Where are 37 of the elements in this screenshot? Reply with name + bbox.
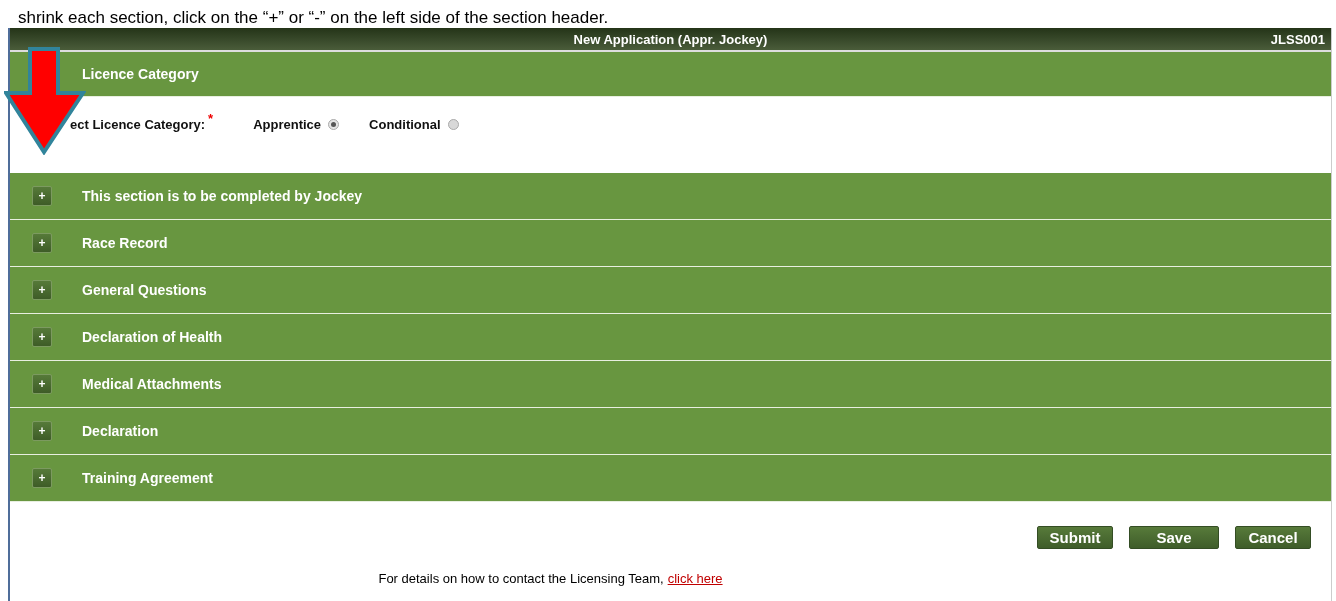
- section-title: Declaration: [82, 423, 159, 439]
- section-header[interactable]: + General Questions: [10, 267, 1331, 314]
- section-title: Licence Category: [82, 66, 199, 82]
- instruction-text: shrink each section, click on the “+” or “-” on the left side of the section header.: [17, 8, 609, 28]
- radio-button[interactable]: [328, 119, 340, 130]
- expand-button[interactable]: +: [32, 327, 52, 347]
- radio-button[interactable]: [447, 119, 459, 130]
- expand-button[interactable]: +: [32, 421, 52, 441]
- window-title: New Application (Appr. Jockey): [573, 31, 768, 47]
- section-title: This section is to be completed by Jockey: [82, 188, 363, 204]
- required-mark: *: [208, 111, 214, 126]
- footer-text: For details on how to contact the Licensing Team,: [378, 571, 664, 586]
- section-header[interactable]: + Race Record: [10, 220, 1331, 267]
- section-header[interactable]: + This section is to be completed by Jockey: [10, 173, 1331, 220]
- expand-button[interactable]: +: [32, 280, 52, 300]
- expand-button[interactable]: +: [32, 186, 52, 206]
- section-header[interactable]: + Declaration of Health: [10, 314, 1331, 361]
- expand-button[interactable]: +: [32, 468, 52, 488]
- section-header[interactable]: + Training Agreement: [10, 455, 1331, 502]
- section-header[interactable]: + Medical Attachments: [10, 361, 1331, 408]
- contact-link[interactable]: click here: [667, 571, 723, 586]
- expand-button[interactable]: +: [32, 233, 52, 253]
- section-title: Training Agreement: [82, 470, 213, 486]
- field-label: ect Licence Category:: [70, 117, 206, 132]
- section-title: General Questions: [82, 282, 207, 298]
- form-button[interactable]: Save: [1129, 526, 1219, 549]
- section-header[interactable]: + Declaration: [10, 408, 1331, 455]
- radio-label: Conditional: [369, 117, 441, 132]
- expand-button[interactable]: +: [32, 374, 52, 394]
- section-header[interactable]: Licence Category: [10, 52, 1331, 97]
- radio-label: Apprentice: [253, 117, 322, 132]
- section-title: Race Record: [82, 235, 168, 251]
- section-title: Declaration of Health: [82, 329, 223, 345]
- form-button[interactable]: Submit: [1037, 526, 1113, 549]
- section-title: Medical Attachments: [82, 376, 222, 392]
- form-button[interactable]: Cancel: [1235, 526, 1311, 549]
- form-code: JLSS001: [1270, 32, 1325, 47]
